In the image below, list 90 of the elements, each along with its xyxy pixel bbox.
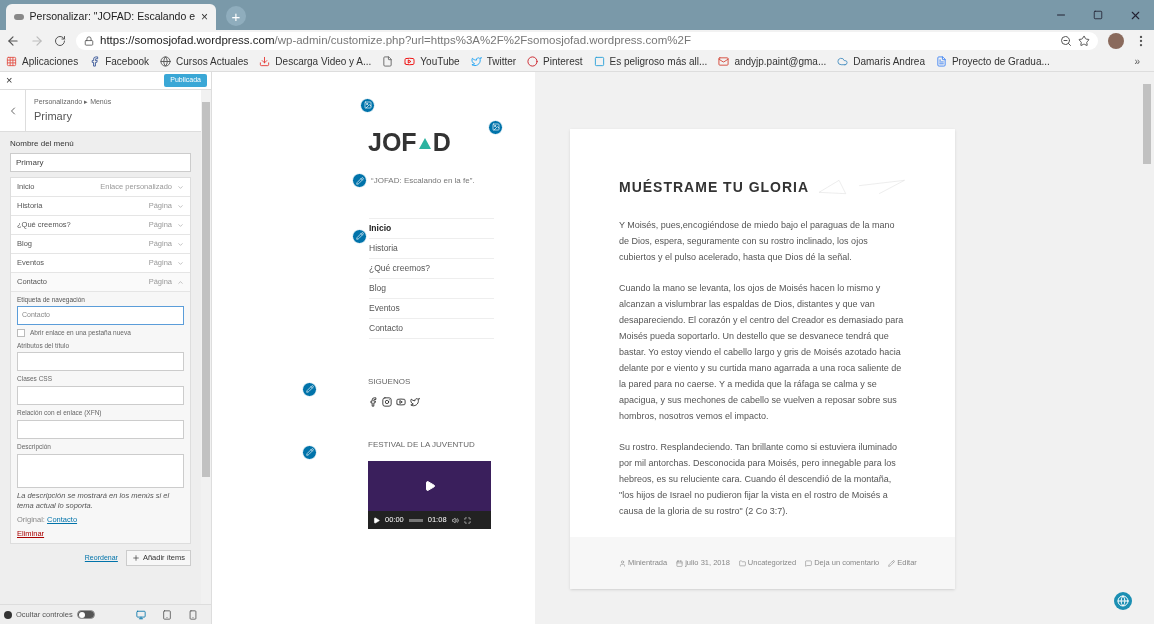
bookmark-item[interactable]: Damaris Andrea [837,54,925,69]
text-input-field[interactable] [17,352,184,372]
tab-title: Personalizar: "JOFAD: Escalando e [29,9,195,25]
image-edit-icon[interactable] [360,97,375,113]
bookmark-icon [837,56,849,67]
post-paragraph: Y Moisés, pues,encogiéndose de miedo bajo el paraguas de la mano de Dios, espera, seguramente con su rostro inclinado, los ojos cubiertos y el pulso acelerado, hasta que Dios dé la señal. [619,219,896,264]
caret-icon [177,278,184,286]
back-icon[interactable] [6,34,20,48]
caret-icon [177,202,184,210]
bookmark-icon [6,56,17,67]
bookmark-item[interactable]: Es peligroso más all... [593,54,708,69]
comment-icon [805,559,813,567]
menu-name-label: Nombre del menú [10,138,75,150]
more-bookmarks-button[interactable]: » [1134,54,1148,69]
profile-avatar[interactable] [1108,33,1124,49]
zoom-icon[interactable] [1060,35,1072,47]
fullscreen-icon[interactable] [463,516,471,524]
bookmark-item[interactable]: Pinterest [527,54,583,69]
pencil-edit-icon[interactable] [352,173,367,188]
bookmark-icon [89,56,101,67]
bookmark-icon [259,56,271,67]
bookmark-item[interactable]: Aplicaciones [6,54,79,69]
bookmark-item[interactable]: Twitter [470,54,517,69]
maximize-icon[interactable] [1093,10,1103,20]
bookmark-star-icon[interactable] [1078,35,1090,47]
nav-link[interactable]: Eventos [369,299,494,319]
video-thumbnail-placeholder[interactable] [368,461,491,511]
bookmark-icon [935,56,947,67]
widget-title: SIGUENOS [368,376,412,388]
lock-icon [84,36,94,46]
text-input-field[interactable] [17,386,184,405]
section-title: Primary [34,108,73,124]
text-input-field[interactable] [17,419,184,439]
edit-icon [888,559,896,567]
bookmark-item[interactable] [382,56,394,67]
favicon-icon [14,14,24,20]
browser-tab[interactable]: Personalizar: "JOFAD: Escalando e × [6,4,216,30]
plus-icon [131,554,140,562]
nav-link[interactable]: Historia [369,239,494,259]
caret-icon [177,259,184,267]
pencil-edit-icon[interactable] [302,381,317,397]
bookmark-item[interactable]: Cursos Actuales [160,54,249,69]
address-field[interactable]: https://somosjofad.wordpress.com/wp-admin/customize.php?url=https%3A%2F%2Fsomosjofad.wordpress.com%2F [76,32,1098,50]
tab-close-button[interactable]: × [201,8,208,26]
pencil-edit-icon[interactable] [302,444,317,460]
bookmark-item[interactable]: Proyecto de Gradua... [935,54,1050,69]
bookmark-icon [160,56,172,67]
nav-link[interactable]: Contacto [369,319,494,339]
bookmark-item[interactable]: Facebook [89,54,150,69]
caret-icon [177,221,184,229]
hide-controls-icon [4,610,12,619]
volume-icon[interactable] [451,516,459,524]
site-tagline: “JOFAD: Escalando en la fe”. [371,174,475,187]
bookmark-icon [470,56,482,67]
nav-link[interactable]: Inicio [369,219,494,239]
bookmark-icon [404,56,416,67]
url-text: https://somosjofad.wordpress.com/wp-admin/customize.php?url=https%3A%2F%2Fsomosjofad.wordpress.com%2F [100,33,692,49]
bookmark-item[interactable]: Descarga Video y A... [259,54,372,69]
bookmark-item[interactable]: andyjp.paint@gma... [718,54,827,69]
nav-link[interactable]: ¿Qué creemos? [369,259,494,279]
bookmark-item[interactable]: YouTube [404,54,460,69]
widget-title: FESTIVAL DE LA JUVENTUD [368,439,476,451]
post-title: MUÉSTRAME TU GLORIA [619,177,810,197]
caret-icon [177,183,184,191]
category-icon [738,559,746,567]
youtube-icon[interactable] [396,397,406,407]
date-icon [676,559,684,567]
video-progress-track[interactable] [408,518,423,522]
pencil-edit-icon[interactable] [352,228,367,244]
play-icon[interactable] [373,516,380,524]
nav-link[interactable]: Blog [369,279,494,299]
bookmark-icon [527,56,539,67]
site-logo[interactable]: JOF D [368,130,451,155]
twitter-icon[interactable] [410,397,420,407]
help-globe-icon[interactable] [1114,592,1132,610]
toggle-switch[interactable] [76,610,95,619]
author-icon [619,559,626,567]
new-tab-checkbox[interactable] [17,328,25,337]
bookmark-icon [382,56,394,67]
image-edit-icon[interactable] [488,119,503,135]
menu-name-field[interactable]: Primary [10,153,191,172]
reload-icon[interactable] [54,35,66,47]
close-button[interactable]: × [6,72,13,89]
facebook-icon[interactable] [368,397,378,407]
instagram-icon[interactable] [382,397,392,407]
post-paragraph: Cuando la mano se levanta, los ojos de Moisés hacen lo mismo y alcanzan a vislumbrar las espaldas de Dios, distantes y que van desapareciendo. El corazón y el centro del Creador es demasiado para Moisés pueda soportarlo. Un destello que se desvanece tendrá que bastar. Yo estoy viendo el cabello largo y gris de Moisés azotado hacia delante por e viento y su curtida mano agarrada a una roca saliente de la pared para no caerse. Y a medida que la ráfaga se calma y se apacigua, y sus mechones de cabello se vuelven a reposar sobre sus hombros, nosotros vemos el impacto. [619,282,905,423]
caret-icon [177,240,184,248]
post-paragraph: Su rostro. Resplandeciendo. Tan brillante como si estuviera iluminado por mil antorchas. Desconocida para Moisés, pero innegable para los hebreos, es su reluciente cara. Cuando él descendió de la montaña, "los hijos de Israel no pudieron fijar la vista en el rostro de Moisés a causa de la gloria de su rostro" (2 Co 3:7). [619,441,898,518]
bookmark-icon [593,56,605,67]
bookmark-icon [718,56,730,67]
